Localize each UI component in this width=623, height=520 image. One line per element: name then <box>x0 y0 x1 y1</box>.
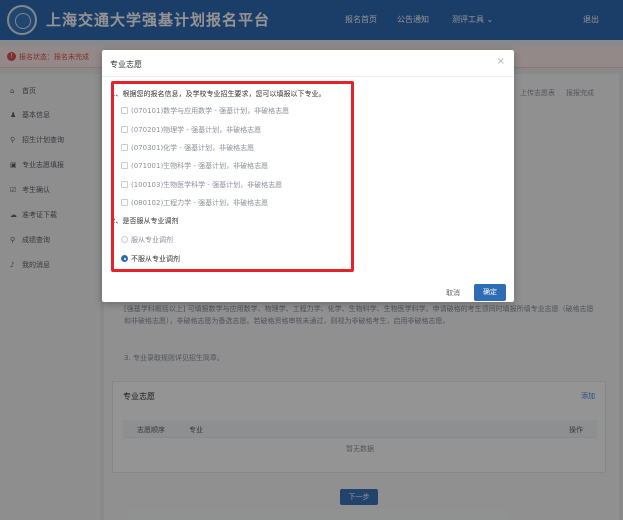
cancel-button[interactable]: 取消 <box>438 286 468 300</box>
dialog-title: 专业志愿 <box>110 60 142 69</box>
red-highlight-box <box>111 81 354 272</box>
close-icon[interactable]: × <box>497 56 505 67</box>
confirm-button[interactable]: 确定 <box>474 284 506 301</box>
dialog-divider <box>102 76 514 77</box>
